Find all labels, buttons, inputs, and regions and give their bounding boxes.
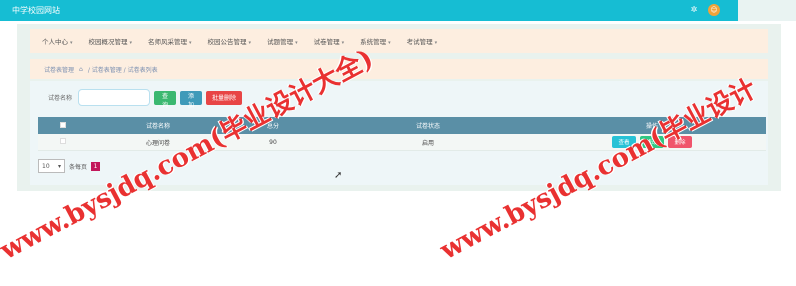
search-button[interactable]: 查询: [154, 90, 177, 109]
home-icon[interactable]: ⌂: [79, 66, 83, 73]
paper-name-search-input[interactable]: [78, 89, 151, 106]
nav-item-exams[interactable]: 考试管理 ▾: [407, 36, 438, 46]
breadcrumb: 试卷表管理 ⌂ / 试卷表管理 / 试卷表列表: [30, 59, 768, 79]
settings-icon[interactable]: ✲: [688, 4, 700, 16]
search-row: 试卷名称 查询 添加 批量删除: [48, 89, 246, 109]
main-navbar: 个人中心 ▾ 校园概况管理 ▾ 名师风采管理 ▾ 校园公告管理 ▾ 试题管理 ▾ 试卷管理…: [30, 29, 768, 53]
page-size-select[interactable]: 10 ▾: [38, 159, 65, 173]
add-button[interactable]: 添加: [180, 90, 203, 109]
per-page-label: 条每页: [69, 163, 88, 171]
nav-item-personal-center[interactable]: 个人中心 ▾: [42, 36, 73, 46]
row-select-cell: [38, 138, 88, 146]
nav-item-campus-overview[interactable]: 校园概况管理 ▾: [89, 36, 133, 46]
row-checkbox[interactable]: [60, 138, 66, 144]
current-page-button[interactable]: 1: [91, 161, 101, 171]
window-gap: [738, 0, 796, 21]
nav-item-questions[interactable]: 试题管理 ▾: [267, 36, 298, 46]
cell-status: 启用: [421, 139, 434, 147]
avatar-icon[interactable]: ☺: [708, 4, 720, 16]
batch-delete-button[interactable]: 批量删除: [206, 90, 243, 105]
nav-item-announcements[interactable]: 校园公告管理 ▾: [208, 36, 252, 46]
search-label: 试卷名称: [48, 95, 73, 102]
mouse-cursor-icon: ➚: [334, 170, 343, 181]
nav-item-teachers[interactable]: 名师风采管理 ▾: [148, 36, 192, 46]
chevron-down-icon: ▾: [57, 162, 61, 170]
pagination: 10 ▾ 条每页 1: [38, 159, 101, 173]
header-status[interactable]: 试卷状态: [318, 121, 538, 130]
select-all-checkbox[interactable]: [60, 121, 66, 128]
select-all-cell: [38, 121, 88, 130]
breadcrumb-page-label: 试卷表管理: [44, 66, 75, 74]
nav-item-papers[interactable]: 试卷管理 ▾: [314, 36, 345, 46]
top-bar: 中学校园网站 ✲ ☺: [0, 0, 738, 21]
app-title: 中学校园网站: [12, 6, 60, 15]
breadcrumb-path: / 试卷表管理 / 试卷表列表: [87, 66, 158, 74]
